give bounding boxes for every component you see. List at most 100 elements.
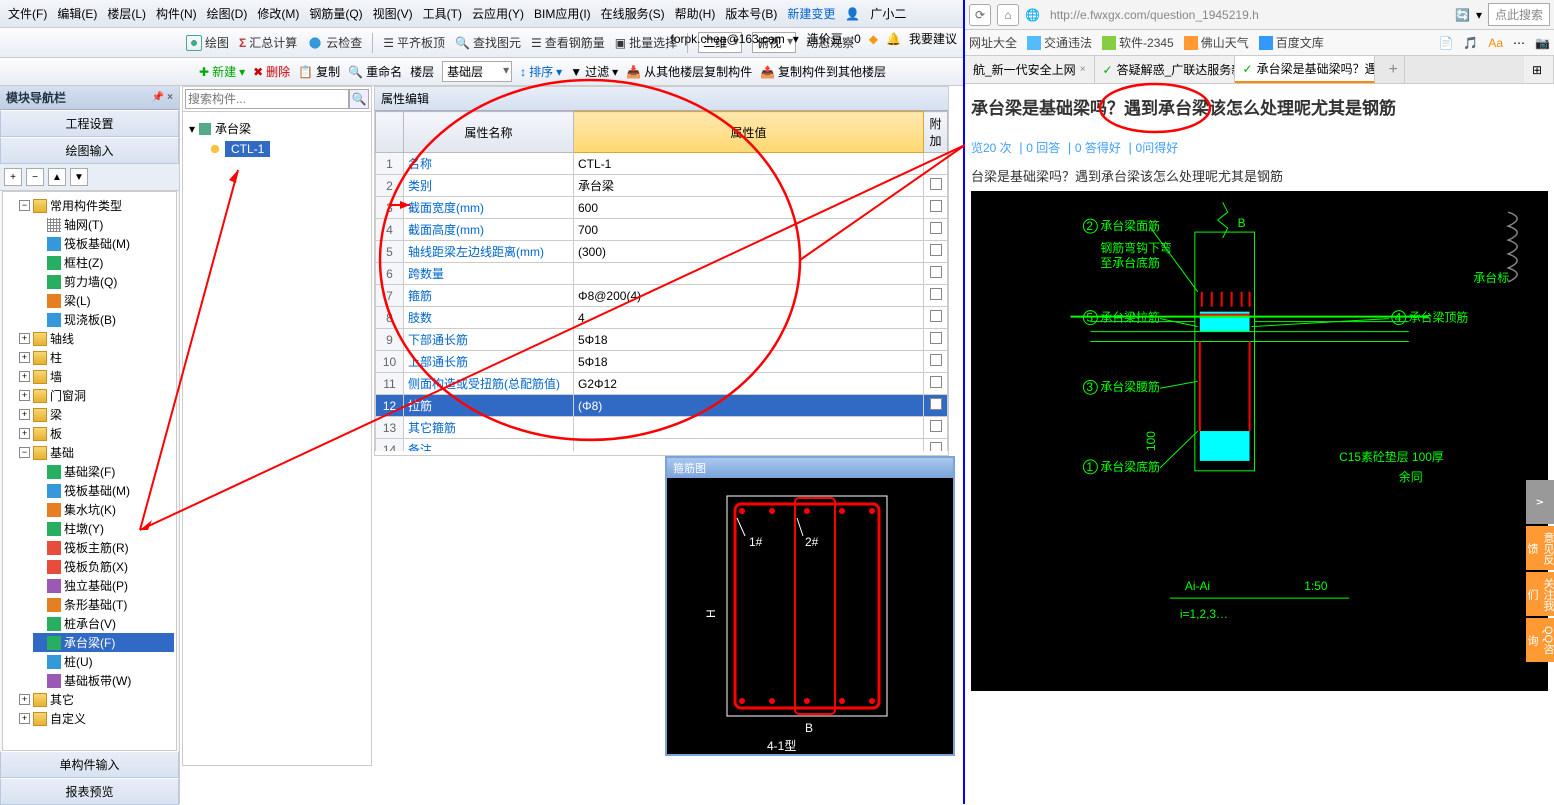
floor-dropdown[interactable]: 基础层 bbox=[442, 61, 512, 82]
tree-found-cap[interactable]: 桩承台(V) bbox=[33, 614, 174, 633]
bm-ext5-icon[interactable]: 📷 bbox=[1535, 36, 1550, 50]
bm-ext4-icon[interactable]: ⋯ bbox=[1513, 36, 1525, 50]
menu-edit[interactable]: 编辑(E) bbox=[53, 3, 101, 24]
dropdown-icon[interactable]: ▾ bbox=[1476, 8, 1482, 22]
url-field[interactable]: http://e.fwxgx.com/question_1945219.h bbox=[1046, 6, 1449, 24]
menu-help[interactable]: 帮助(H) bbox=[671, 3, 720, 24]
nav-down-button[interactable]: ▼ bbox=[70, 168, 88, 186]
tree-found-main[interactable]: 筏板主筋(R) bbox=[33, 538, 174, 557]
draw-button[interactable]: 绘图 bbox=[186, 34, 229, 51]
prop-row[interactable]: 8肢数4 bbox=[376, 307, 948, 329]
bm-ext2-icon[interactable]: 🎵 bbox=[1463, 36, 1478, 50]
menu-cloud[interactable]: 云应用(Y) bbox=[468, 3, 528, 24]
tree-found-strip2[interactable]: 基础板带(W) bbox=[33, 671, 174, 690]
tree-axis[interactable]: 轴网(T) bbox=[33, 215, 174, 234]
prop-row[interactable]: 7箍筋Φ8@200(4) bbox=[376, 285, 948, 307]
menu-modify[interactable]: 修改(M) bbox=[253, 3, 303, 24]
sync-icon[interactable]: 🔄 bbox=[1455, 8, 1470, 22]
prop-row[interactable]: 13其它箍筋 bbox=[376, 417, 948, 439]
menu-online[interactable]: 在线服务(S) bbox=[597, 3, 669, 24]
menu-component[interactable]: 构件(N) bbox=[152, 3, 201, 24]
suggest-link[interactable]: 我要建议 bbox=[909, 30, 957, 47]
copy-from-floor-button[interactable]: 📥 从其他楼层复制构件 bbox=[626, 63, 752, 80]
tree-grp-column[interactable]: +柱 bbox=[19, 348, 174, 367]
prop-row[interactable]: 2类别承台梁 bbox=[376, 175, 948, 197]
tree-raft[interactable]: 筏板基础(M) bbox=[33, 234, 174, 253]
tree-found-raft[interactable]: 筏板基础(M) bbox=[33, 481, 174, 500]
property-table[interactable]: 属性名称 属性值 附加 1名称CTL-12类别承台梁3截面宽度(mm)6004截… bbox=[375, 111, 948, 451]
prop-row[interactable]: 14备注 bbox=[376, 439, 948, 452]
filter-button[interactable]: ▼ 过滤 ▾ bbox=[570, 63, 618, 80]
side-follow-button[interactable]: 关注我们 bbox=[1526, 572, 1554, 616]
menu-floor[interactable]: 楼层(L) bbox=[103, 3, 150, 24]
nav-section-project[interactable]: 工程设置 bbox=[0, 110, 179, 137]
menu-version[interactable]: 版本号(B) bbox=[721, 3, 781, 24]
nav-tree[interactable]: −常用构件类型 轴网(T) 筏板基础(M) 框柱(Z) 剪力墙(Q) 梁(L) … bbox=[2, 191, 177, 751]
tree-root[interactable]: −常用构件类型 bbox=[19, 196, 174, 215]
tree-grp-axis[interactable]: +轴线 bbox=[19, 329, 174, 348]
copy-to-floor-button[interactable]: 📤 复制构件到其他楼层 bbox=[760, 63, 886, 80]
tree-found-sump[interactable]: 集水坑(K) bbox=[33, 500, 174, 519]
home-button[interactable]: ⌂ bbox=[997, 4, 1019, 26]
search-input[interactable]: 点此搜索 bbox=[1488, 3, 1550, 26]
prop-row[interactable]: 12拉筋(Φ8) bbox=[376, 395, 948, 417]
bell-icon[interactable]: 🔔 bbox=[886, 32, 901, 46]
dropdown-icon[interactable]: ▾ bbox=[793, 32, 799, 46]
menu-rebar[interactable]: 钢筋量(Q) bbox=[305, 3, 366, 24]
prop-row[interactable]: 11侧面构造或受扭筋(总配筋值)G2Φ12 bbox=[376, 373, 948, 395]
tab-3[interactable]: ✓承台梁是基础梁吗？遇到× bbox=[1235, 56, 1375, 83]
bm-ext3-icon[interactable]: Aa bbox=[1488, 36, 1503, 50]
prop-row[interactable]: 1名称CTL-1 bbox=[376, 153, 948, 175]
prop-row[interactable]: 5轴线距梁左边线距离(mm)(300) bbox=[376, 241, 948, 263]
component-search-input[interactable] bbox=[185, 89, 349, 109]
user-avatar-icon[interactable]: 👤 bbox=[841, 5, 864, 23]
bm-baidu[interactable]: 百度文库 bbox=[1259, 34, 1324, 51]
align-top-button[interactable]: ☰平齐板顶 bbox=[383, 34, 445, 51]
bm-traffic[interactable]: 交通违法 bbox=[1027, 34, 1092, 51]
bm-soft[interactable]: 软件-2345 bbox=[1102, 34, 1174, 51]
tab-overflow-button[interactable]: ⊞ bbox=[1524, 56, 1554, 83]
side-top-button[interactable]: ∧ bbox=[1526, 480, 1554, 524]
copy-button[interactable]: 📋 复制 bbox=[298, 63, 340, 80]
tree-found-pier[interactable]: 柱墩(Y) bbox=[33, 519, 174, 538]
delete-button[interactable]: ✖ 删除 bbox=[253, 63, 290, 80]
tree-slab[interactable]: 现浇板(B) bbox=[33, 310, 174, 329]
tree-grp-wall[interactable]: +墙 bbox=[19, 367, 174, 386]
tree-found-capbeam[interactable]: 承台梁(F) bbox=[33, 633, 174, 652]
comp-root[interactable]: ▾承台梁 bbox=[189, 118, 365, 139]
batch-select-button[interactable]: ▣批量选择 bbox=[615, 34, 677, 51]
tree-grp-opening[interactable]: +门窗洞 bbox=[19, 386, 174, 405]
prop-row[interactable]: 9下部通长筋5Φ18 bbox=[376, 329, 948, 351]
new-button[interactable]: ✚ 新建 ▾ bbox=[199, 63, 245, 80]
tree-grp-beam[interactable]: +梁 bbox=[19, 405, 174, 424]
rename-button[interactable]: 🔍 重命名 bbox=[348, 63, 402, 80]
nav-pin-icon[interactable]: 📌 × bbox=[152, 92, 173, 103]
menu-view[interactable]: 视图(V) bbox=[369, 3, 417, 24]
menu-file[interactable]: 文件(F) bbox=[4, 3, 51, 24]
sum-button[interactable]: Σ汇总计算 bbox=[239, 34, 297, 51]
menu-new-change[interactable]: 新建变更 bbox=[783, 3, 839, 24]
nav-section-draw[interactable]: 绘图输入 bbox=[0, 137, 179, 164]
side-qq-button[interactable]: QQ咨询 bbox=[1526, 618, 1554, 662]
menu-draw[interactable]: 绘图(D) bbox=[203, 3, 252, 24]
comp-item[interactable]: CTL-1 bbox=[189, 139, 365, 159]
view-rebar-button[interactable]: ☰查看钢筋量 bbox=[531, 34, 605, 51]
tab-1[interactable]: 航_新一代安全上网× bbox=[965, 56, 1095, 83]
tree-grp-slab[interactable]: +板 bbox=[19, 424, 174, 443]
tree-beam[interactable]: 梁(L) bbox=[33, 291, 174, 310]
component-search-button[interactable]: 🔍 bbox=[349, 89, 369, 109]
prop-row[interactable]: 4截面高度(mm)700 bbox=[376, 219, 948, 241]
tree-found-neg[interactable]: 筏板负筋(X) bbox=[33, 557, 174, 576]
tree-found-pile[interactable]: 桩(U) bbox=[33, 652, 174, 671]
nav-expand-button[interactable]: + bbox=[4, 168, 22, 186]
tree-wall[interactable]: 剪力墙(Q) bbox=[33, 272, 174, 291]
tree-found-iso[interactable]: 独立基础(P) bbox=[33, 576, 174, 595]
menu-bim[interactable]: BIM应用(I) bbox=[530, 3, 595, 24]
prop-row[interactable]: 6跨数量 bbox=[376, 263, 948, 285]
tree-found-beam[interactable]: 基础梁(F) bbox=[33, 462, 174, 481]
nav-section-single[interactable]: 单构件输入 bbox=[0, 751, 179, 778]
prop-row[interactable]: 10上部通长筋5Φ18 bbox=[376, 351, 948, 373]
tree-found-strip[interactable]: 条形基础(T) bbox=[33, 595, 174, 614]
nav-section-report[interactable]: 报表预览 bbox=[0, 778, 179, 805]
nav-up-button[interactable]: ▲ bbox=[48, 168, 66, 186]
